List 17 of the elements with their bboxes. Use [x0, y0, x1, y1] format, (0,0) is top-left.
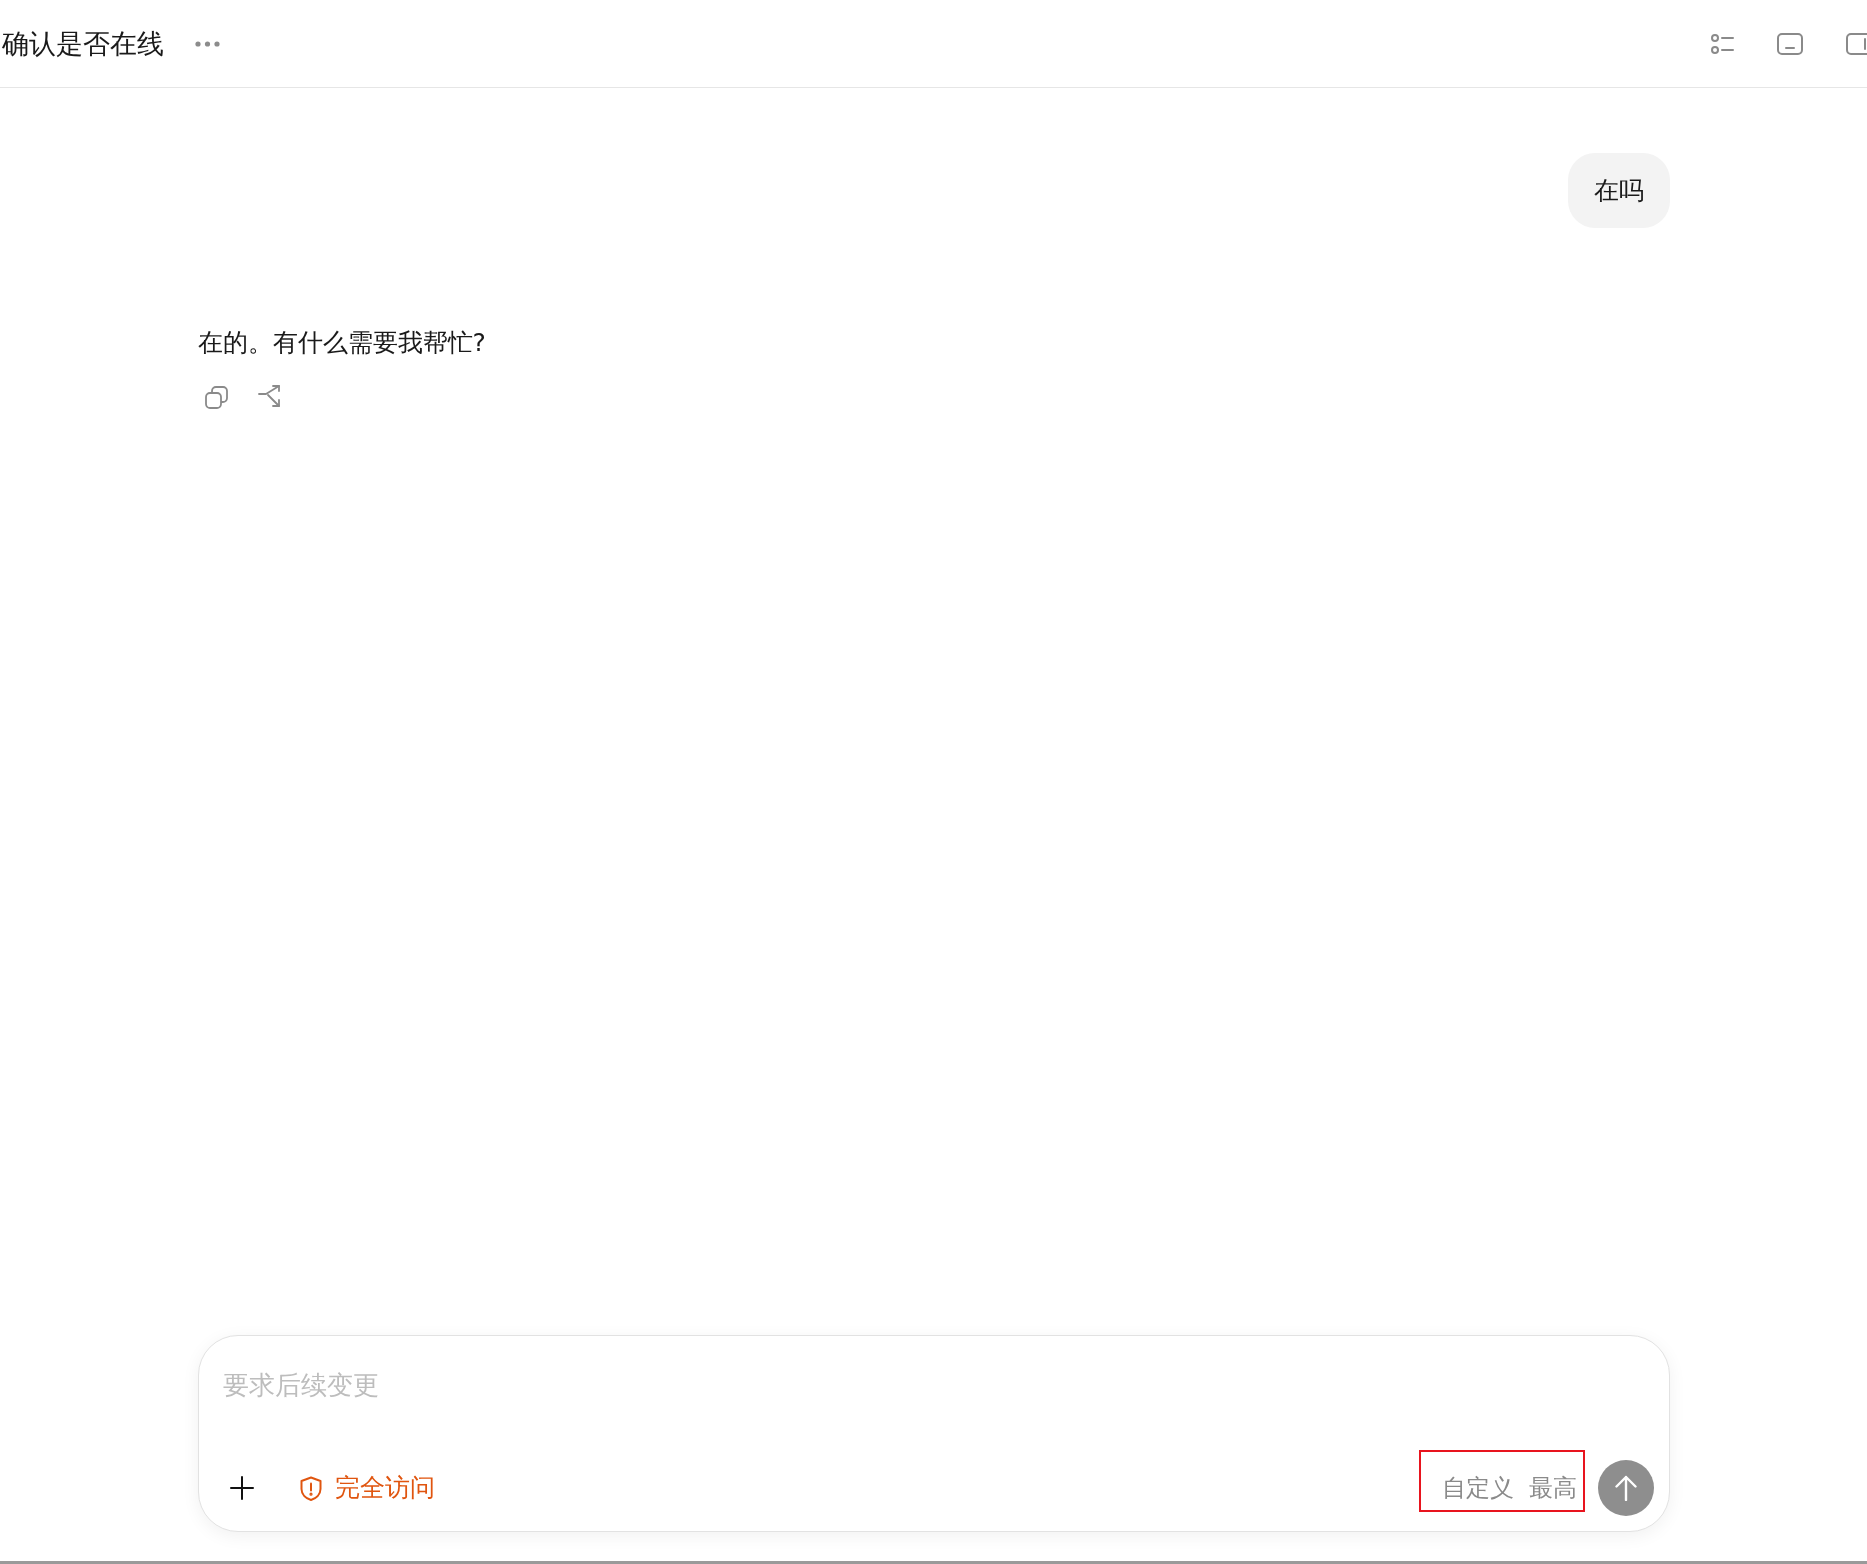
message-input[interactable]: 要求后续变更 [222, 1366, 1645, 1404]
model-button[interactable]: 自定义 [1439, 1472, 1516, 1504]
branch-arrow-icon [257, 385, 282, 409]
assistant-message: 在的。有什么需要我帮忙? [197, 327, 486, 359]
more-icon[interactable] [195, 40, 220, 47]
shield-alert-icon [298, 1475, 323, 1501]
user-message-bubble: 在吗 [1567, 153, 1670, 228]
panel-right-icon[interactable] [1846, 32, 1867, 55]
access-mode-button[interactable]: 完全访问 [290, 1464, 443, 1512]
access-mode-label: 完全访问 [334, 1472, 435, 1505]
copy-icon [204, 385, 228, 409]
conversation-title: 确认是否在线 [2, 30, 164, 57]
plus-icon [229, 1476, 254, 1500]
list-icon[interactable] [1711, 33, 1734, 54]
arrow-up-icon [1614, 1475, 1637, 1501]
panel-bottom-icon[interactable] [1777, 32, 1803, 55]
effort-button[interactable]: 最高 [1526, 1472, 1579, 1504]
